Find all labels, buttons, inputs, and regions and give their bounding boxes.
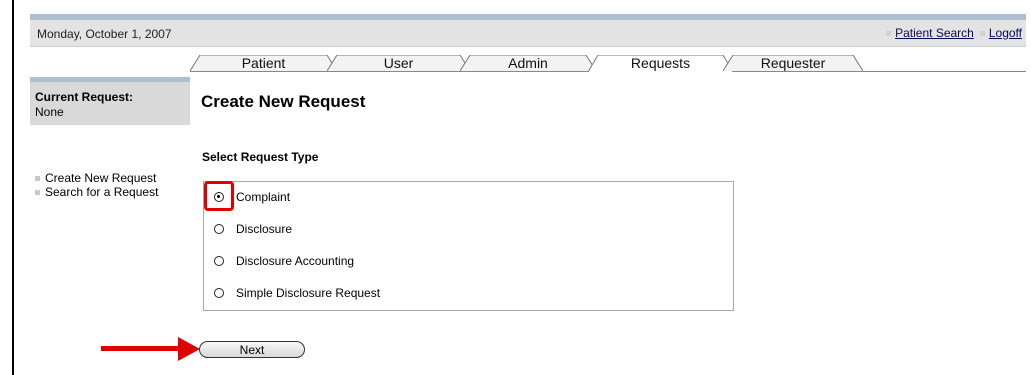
tab-admin[interactable]: Admin <box>460 55 596 71</box>
bullet-icon <box>35 189 40 195</box>
option-simple-disclosure-request[interactable]: Simple Disclosure Request <box>214 283 380 303</box>
option-label: Disclosure <box>236 222 293 236</box>
sidebar-item-label: Create New Request <box>45 171 157 185</box>
current-request-panel: Current Request: None <box>30 77 190 125</box>
radio-selected-icon[interactable] <box>214 192 224 202</box>
option-disclosure-accounting[interactable]: Disclosure Accounting <box>214 251 354 271</box>
current-request-value: None <box>35 105 64 119</box>
header-links: Patient Search Logoff <box>880 26 1022 40</box>
bullet-icon <box>35 175 40 181</box>
next-button[interactable]: Next <box>199 341 305 358</box>
header-bar: Monday, October 1, 2007 Patient Search Lo… <box>30 20 1026 47</box>
side-nav: Create New Request Search for a Request <box>35 171 158 199</box>
page-title: Create New Request <box>201 92 366 111</box>
option-complaint[interactable]: Complaint <box>214 187 290 207</box>
bullet-icon <box>886 31 892 36</box>
tab-label: Requests <box>630 55 691 71</box>
tab-label: Requester <box>760 55 826 71</box>
bullet-icon <box>979 31 985 36</box>
red-arrow-shaft <box>101 346 183 351</box>
tab-requests[interactable]: Requests <box>588 55 733 72</box>
option-label: Complaint <box>236 190 291 204</box>
option-label: Disclosure Accounting <box>236 254 355 268</box>
section-label: Select Request Type <box>202 150 319 164</box>
sidebar-item-label: Search for a Request <box>45 185 159 199</box>
radio-icon[interactable] <box>214 256 224 266</box>
logoff-link[interactable]: Logoff <box>989 26 1022 40</box>
patient-search-link[interactable]: Patient Search <box>895 26 974 40</box>
tab-label: User <box>383 55 414 71</box>
tab-requester[interactable]: Requester <box>723 55 863 71</box>
tab-label: Admin <box>508 55 548 71</box>
tab-label: Patient <box>241 55 286 71</box>
red-arrow-icon <box>178 337 200 361</box>
left-border-line <box>12 0 14 375</box>
current-date: Monday, October 1, 2007 <box>37 27 172 41</box>
option-label: Simple Disclosure Request <box>236 286 381 300</box>
option-disclosure[interactable]: Disclosure <box>214 219 292 239</box>
tab-patient[interactable]: Patient <box>190 55 337 71</box>
tab-user[interactable]: User <box>327 55 470 71</box>
request-type-options: Complaint Disclosure Disclosure Accounti… <box>203 181 734 311</box>
sidebar-item-create-new-request[interactable]: Create New Request <box>35 171 158 185</box>
radio-icon[interactable] <box>214 288 224 298</box>
current-request-title: Current Request: <box>35 90 134 104</box>
radio-icon[interactable] <box>214 224 224 234</box>
sidebar-item-search-request[interactable]: Search for a Request <box>35 185 158 199</box>
